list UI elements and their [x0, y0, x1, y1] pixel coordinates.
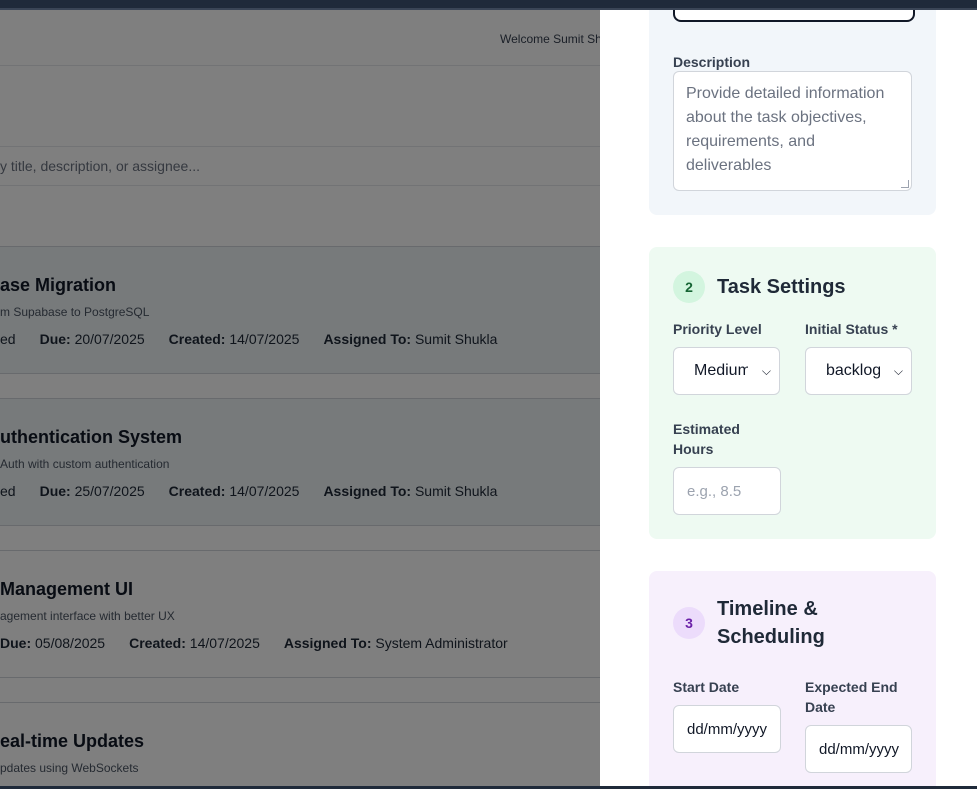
description-label: Description — [673, 54, 751, 70]
estimated-hours-label: Estimated Hours — [673, 421, 740, 457]
estimated-hours-placeholder: e.g., 8.5 — [687, 482, 742, 500]
resize-grip-icon[interactable] — [901, 180, 909, 188]
chevron-down-icon: ⌵ — [893, 364, 903, 378]
section-header: 2 Task Settings — [673, 271, 846, 303]
modal-backdrop[interactable] — [0, 10, 600, 786]
basic-info-section: Description Provide detailed information… — [649, 10, 936, 215]
section-title: Timeline & Scheduling — [717, 598, 825, 648]
end-date-value: dd/mm/yyyy — [819, 740, 900, 758]
status-value: backlog — [826, 362, 880, 379]
description-placeholder: Provide detailed information about the t… — [686, 85, 885, 174]
priority-value: Medium — [694, 362, 748, 379]
status-label: Initial Status * — [805, 321, 898, 337]
task-settings-section: 2 Task Settings Priority Level Medium ⌵ … — [649, 247, 936, 539]
timeline-section: 3 Timeline & Scheduling Start Date dd/mm… — [649, 571, 936, 786]
step-number-badge: 2 — [673, 271, 705, 303]
start-date-label: Start Date — [673, 679, 740, 695]
start-date-value: dd/mm/yyyy — [687, 720, 768, 738]
description-textarea[interactable]: Provide detailed information about the t… — [673, 71, 912, 191]
task-title-input[interactable] — [673, 10, 915, 22]
status-select[interactable]: backlog ⌵ — [805, 347, 912, 395]
step-number-badge: 3 — [673, 607, 705, 639]
create-task-panel: Description Provide detailed information… — [600, 10, 977, 786]
start-date-input[interactable]: dd/mm/yyyy — [673, 705, 781, 753]
priority-label: Priority Level — [673, 321, 762, 337]
priority-select[interactable]: Medium ⌵ — [673, 347, 780, 395]
estimated-hours-input[interactable]: e.g., 8.5 — [673, 467, 781, 515]
end-date-label: Expected End Date — [805, 679, 898, 715]
browser-top-bar — [0, 0, 977, 10]
end-date-input[interactable]: dd/mm/yyyy — [805, 725, 912, 773]
section-header: 3 Timeline & Scheduling — [673, 595, 847, 651]
chevron-down-icon: ⌵ — [761, 364, 771, 378]
section-title: Task Settings — [717, 276, 846, 298]
